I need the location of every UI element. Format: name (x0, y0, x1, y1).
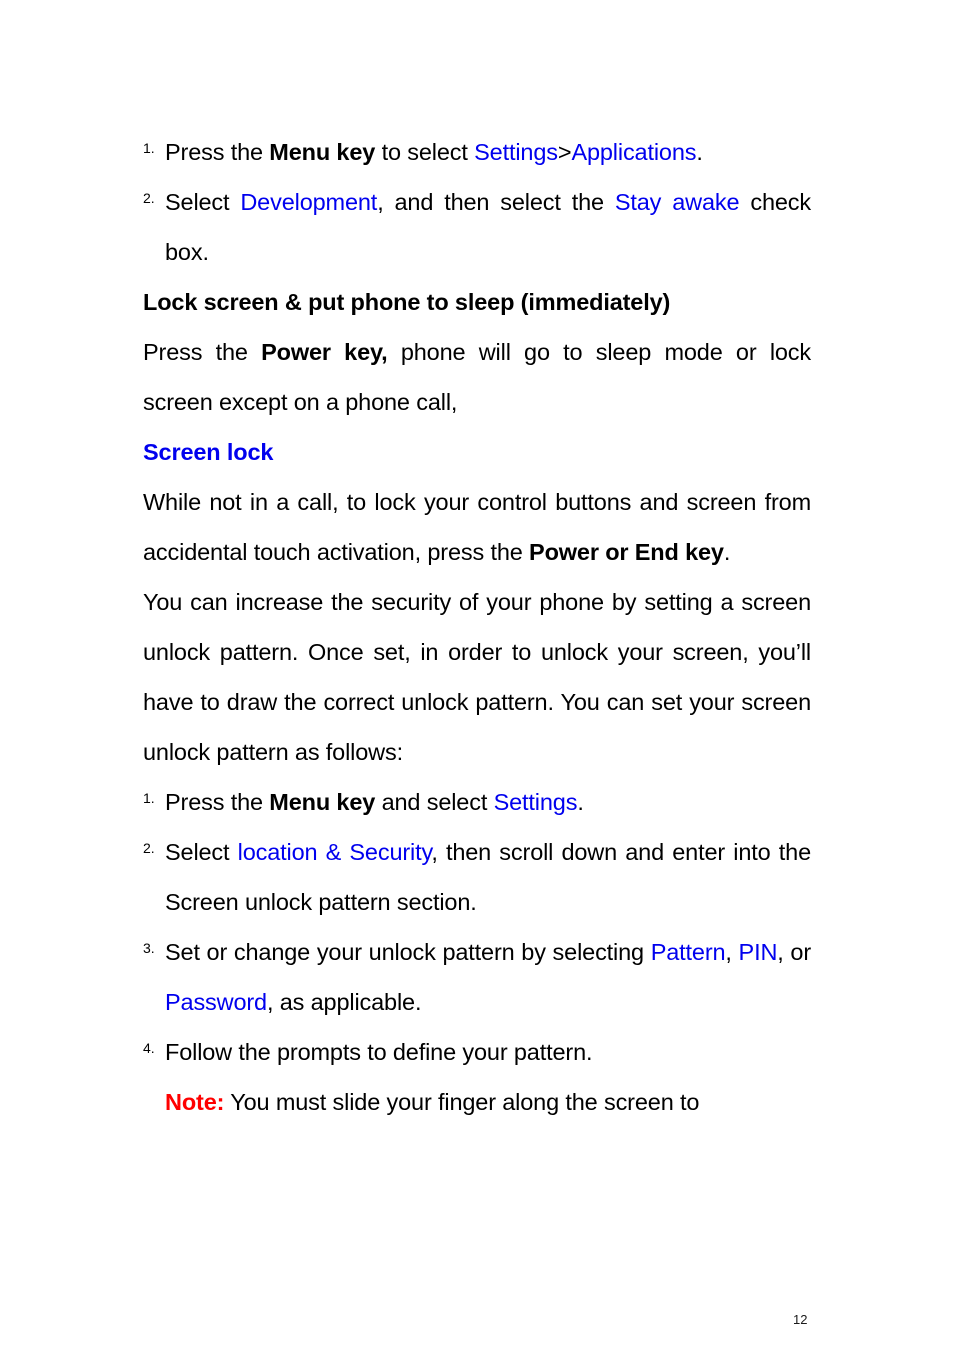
list-bottom-marker: 2. (143, 840, 155, 856)
list-bottom-2-text-2: , (725, 939, 739, 965)
list-top-0-text-4: > (557, 139, 572, 165)
list-bottom-marker: 1. (143, 790, 155, 806)
list-top-0-link-5: Applications (571, 139, 697, 165)
list-bottom-body: Press the Menu key and select Settings. (165, 777, 811, 827)
list-top-1-link-3: Stay awake (614, 189, 740, 215)
paragraph-lock-screen-bold-1: Power key, (261, 339, 388, 365)
list-bottom-1-link-1: location & Security (237, 839, 432, 865)
list-bottom-3-text-0: Follow the prompts to define your patter… (165, 1039, 593, 1065)
list-top-item: 2. Select Development, and then select th… (143, 177, 811, 277)
list-bottom-0-text-0: Press the (165, 789, 270, 815)
list-top-0-link-3: Settings (474, 139, 558, 165)
list-top-body: Press the Menu key to select Settings>Ap… (165, 127, 811, 177)
list-top-0-text-2: to select (375, 139, 475, 165)
list-bottom-item: 3. Set or change your unlock pattern by s… (143, 927, 811, 1027)
list-bottom-0-text-2: and select (375, 789, 494, 815)
list-bottom-body: Follow the prompts to define your patter… (165, 1027, 811, 1077)
page-content: 1. Press the Menu key to select Settings>… (143, 127, 811, 1127)
instruction-list-top: 1. Press the Menu key to select Settings>… (143, 127, 811, 277)
list-top-1-text-2: , and then select the (377, 189, 615, 215)
list-top-0-text-6: . (696, 139, 703, 165)
note-line: Note: You must slide your finger along t… (143, 1077, 811, 1127)
list-bottom-0-link-3: Settings (493, 789, 578, 815)
list-bottom-body: Set or change your unlock pattern by sel… (165, 927, 811, 1027)
paragraph-screen-lock-1-text-2: . (723, 539, 731, 565)
list-top-1-link-1: Development (240, 189, 378, 215)
list-bottom-body: Select location & Security, then scroll … (165, 827, 811, 927)
list-top-item: 1. Press the Menu key to select Settings>… (143, 127, 811, 177)
page-number: 12 (793, 1312, 808, 1327)
heading-lock-screen: Lock screen & put phone to sleep (immedi… (143, 289, 671, 315)
paragraph-screen-lock-1: While not in a call, to lock your contro… (143, 477, 811, 577)
heading-screen-lock: Screen lock (143, 439, 274, 465)
list-bottom-2-text-0: Set or change your unlock pattern by sel… (165, 939, 651, 965)
note-text: You must slide your finger along the scr… (224, 1089, 700, 1115)
list-top-1-text-0: Select (165, 189, 241, 215)
paragraph-screen-lock-2-text: You can increase the security of your ph… (143, 589, 811, 765)
list-bottom-marker: 4. (143, 1040, 155, 1056)
list-bottom-2-link-5: Password (165, 989, 267, 1015)
paragraph-screen-lock-2: You can increase the security of your ph… (143, 577, 811, 777)
list-bottom-item: 1. Press the Menu key and select Settings… (143, 777, 811, 827)
list-bottom-2-link-1: Pattern (650, 939, 726, 965)
list-bottom-0-text-4: . (577, 789, 584, 815)
list-top-0-bold-1: Menu key (269, 139, 376, 165)
list-bottom-item: 4. Follow the prompts to define your patt… (143, 1027, 811, 1077)
instruction-list-bottom: 1. Press the Menu key and select Settings… (143, 777, 811, 1077)
list-bottom-marker: 3. (143, 940, 155, 956)
document-page: 1. Press the Menu key to select Settings>… (0, 0, 954, 1351)
list-bottom-item: 2. Select location & Security, then scrol… (143, 827, 811, 927)
list-top-marker: 1. (143, 140, 155, 156)
list-bottom-0-bold-1: Menu key (269, 789, 376, 815)
list-top-marker: 2. (143, 190, 155, 206)
list-bottom-2-text-4: , or (777, 939, 811, 965)
list-bottom-2-link-3: PIN (738, 939, 778, 965)
paragraph-screen-lock-1-bold-1: Power or End key (529, 539, 724, 565)
note-label: Note: (165, 1089, 225, 1115)
list-bottom-2-text-6: , as applicable. (266, 989, 422, 1015)
list-top-0-text-0: Press the (165, 139, 270, 165)
paragraph-lock-screen-text-0: Press the (143, 339, 262, 365)
list-top-body: Select Development, and then select the … (165, 177, 811, 277)
list-bottom-1-text-0: Select (165, 839, 238, 865)
paragraph-lock-screen: Press the Power key, phone will go to sl… (143, 327, 811, 427)
